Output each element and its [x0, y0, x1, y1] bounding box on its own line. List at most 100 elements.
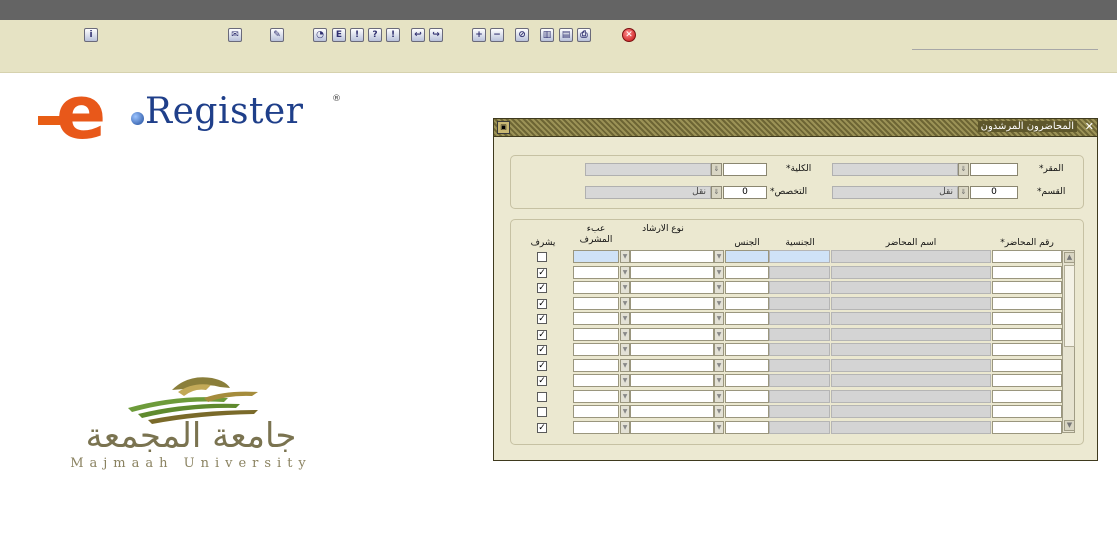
supervisor-load-cell[interactable] — [573, 265, 619, 279]
guidance-type-cell[interactable] — [630, 343, 714, 356]
lecturer-no-cell[interactable] — [992, 420, 1062, 434]
supervisor-load-cell[interactable] — [573, 420, 619, 434]
guidance-type-cell[interactable] — [630, 327, 714, 341]
query-icon[interactable]: ! — [350, 28, 364, 42]
grid-vertical-scrollbar[interactable]: ▲ ▼ — [1062, 250, 1075, 433]
supervisor-load-cell[interactable] — [573, 374, 619, 387]
chevron-down-icon[interactable]: ▼ — [714, 327, 724, 341]
supervisor-load-cell[interactable] — [573, 312, 619, 325]
gender-cell[interactable] — [725, 281, 769, 294]
chevron-down-icon[interactable]: ▼ — [714, 265, 724, 279]
chevron-down-icon[interactable]: ▼ — [620, 250, 630, 263]
supervisor-load-cell[interactable] — [573, 358, 619, 372]
chevron-down-icon[interactable]: ▼ — [714, 405, 724, 418]
gender-cell[interactable] — [725, 374, 769, 387]
lecturer-no-cell[interactable] — [992, 343, 1062, 356]
lecturer-no-cell[interactable] — [992, 389, 1062, 403]
guidance-type-cell[interactable] — [630, 358, 714, 372]
lecturer-no-cell[interactable] — [992, 250, 1062, 263]
prev-record-icon[interactable]: ↩ — [411, 28, 425, 42]
chevron-down-icon[interactable]: ▼ — [620, 420, 630, 434]
supervisor-load-cell[interactable] — [573, 327, 619, 341]
chevron-down-icon[interactable]: ▼ — [714, 343, 724, 356]
campus-code-input[interactable] — [970, 163, 1018, 176]
department-code-input[interactable]: 0 — [970, 186, 1018, 199]
close-icon[interactable]: ✕ — [1085, 120, 1094, 133]
guidance-type-cell[interactable] — [630, 374, 714, 387]
chevron-down-icon[interactable]: ▼ — [620, 343, 630, 356]
campus-lov-button[interactable]: ⇓ — [958, 163, 969, 176]
gender-cell[interactable] — [725, 327, 769, 341]
supervisor-load-cell[interactable] — [573, 343, 619, 356]
gender-cell[interactable] — [725, 250, 769, 263]
gender-cell[interactable] — [725, 296, 769, 310]
guidance-type-cell[interactable] — [630, 389, 714, 403]
guidance-type-cell[interactable] — [630, 420, 714, 434]
supervises-checkbox[interactable] — [537, 391, 547, 402]
lecturer-no-cell[interactable] — [992, 312, 1062, 325]
lecturer-no-cell[interactable] — [992, 265, 1062, 279]
supervises-checkbox[interactable]: ✓ — [537, 314, 547, 324]
lecturer-no-cell[interactable] — [992, 358, 1062, 372]
supervisor-load-cell[interactable] — [573, 405, 619, 418]
lecturer-no-cell[interactable] — [992, 405, 1062, 418]
chevron-down-icon[interactable]: ▼ — [714, 389, 724, 403]
supervises-checkbox[interactable]: ✓ — [537, 422, 547, 433]
supervises-checkbox[interactable]: ✓ — [537, 360, 547, 371]
info-icon[interactable]: i — [84, 28, 98, 42]
block-icon[interactable]: ▥ — [540, 28, 554, 42]
chevron-down-icon[interactable]: ▼ — [620, 389, 630, 403]
supervises-checkbox[interactable]: ✓ — [537, 283, 547, 293]
gender-cell[interactable] — [725, 343, 769, 356]
gender-cell[interactable] — [725, 358, 769, 372]
clear-icon[interactable]: ⊘ — [515, 28, 529, 42]
chevron-down-icon[interactable]: ▼ — [714, 281, 724, 294]
chevron-down-icon[interactable]: ▼ — [620, 296, 630, 310]
college-lov-button[interactable]: ⇓ — [711, 163, 722, 176]
chevron-down-icon[interactable]: ▼ — [620, 358, 630, 372]
chevron-down-icon[interactable]: ▼ — [714, 296, 724, 310]
supervises-checkbox[interactable]: ✓ — [537, 329, 547, 340]
lecturer-no-cell[interactable] — [992, 296, 1062, 310]
chevron-down-icon[interactable]: ▼ — [714, 420, 724, 434]
supervises-checkbox[interactable]: ✓ — [537, 376, 547, 386]
chevron-down-icon[interactable]: ▼ — [714, 358, 724, 372]
save-icon[interactable]: ◔ — [313, 28, 327, 42]
chevron-down-icon[interactable]: ▼ — [714, 374, 724, 387]
gender-cell[interactable] — [725, 389, 769, 403]
chevron-down-icon[interactable]: ▼ — [620, 312, 630, 325]
chevron-down-icon[interactable]: ▼ — [714, 250, 724, 263]
chevron-down-icon[interactable]: ▼ — [714, 312, 724, 325]
department-lov-button[interactable]: ⇓ — [958, 186, 969, 199]
guidance-type-cell[interactable] — [630, 296, 714, 310]
chevron-down-icon[interactable]: ▼ — [620, 265, 630, 279]
chevron-down-icon[interactable]: ▼ — [620, 374, 630, 387]
scroll-up-icon[interactable]: ▲ — [1064, 252, 1075, 263]
supervises-checkbox[interactable]: ✓ — [537, 267, 547, 278]
delete-record-icon[interactable]: − — [490, 28, 504, 42]
window-title-bar[interactable]: ▣ المحاضرون المرشدون ✕ — [494, 119, 1097, 137]
scroll-thumb[interactable] — [1064, 265, 1075, 347]
query-run-icon[interactable]: ? — [368, 28, 382, 42]
college-code-input[interactable] — [723, 163, 767, 176]
supervises-checkbox[interactable]: ✓ — [537, 345, 547, 355]
supervises-checkbox[interactable] — [537, 252, 547, 262]
guidance-type-cell[interactable] — [630, 250, 714, 263]
specialization-code-input[interactable]: 0 — [723, 186, 767, 199]
guidance-type-cell[interactable] — [630, 405, 714, 418]
chevron-down-icon[interactable]: ▼ — [620, 327, 630, 341]
supervisor-load-cell[interactable] — [573, 389, 619, 403]
lov-icon[interactable]: ▤ — [559, 28, 573, 42]
print-icon[interactable]: ⎙ — [577, 28, 591, 42]
mail-icon[interactable]: ✉ — [228, 28, 242, 42]
gender-cell[interactable] — [725, 420, 769, 434]
guidance-type-cell[interactable] — [630, 281, 714, 294]
query-cancel-icon[interactable]: ! — [386, 28, 400, 42]
guidance-type-cell[interactable] — [630, 265, 714, 279]
scroll-down-icon[interactable]: ▼ — [1064, 420, 1075, 431]
exit-icon[interactable]: ✕ — [622, 28, 636, 42]
chevron-down-icon[interactable]: ▼ — [620, 281, 630, 294]
edit-icon[interactable]: ✎ — [270, 28, 284, 42]
lecturer-no-cell[interactable] — [992, 327, 1062, 341]
lecturer-no-cell[interactable] — [992, 374, 1062, 387]
